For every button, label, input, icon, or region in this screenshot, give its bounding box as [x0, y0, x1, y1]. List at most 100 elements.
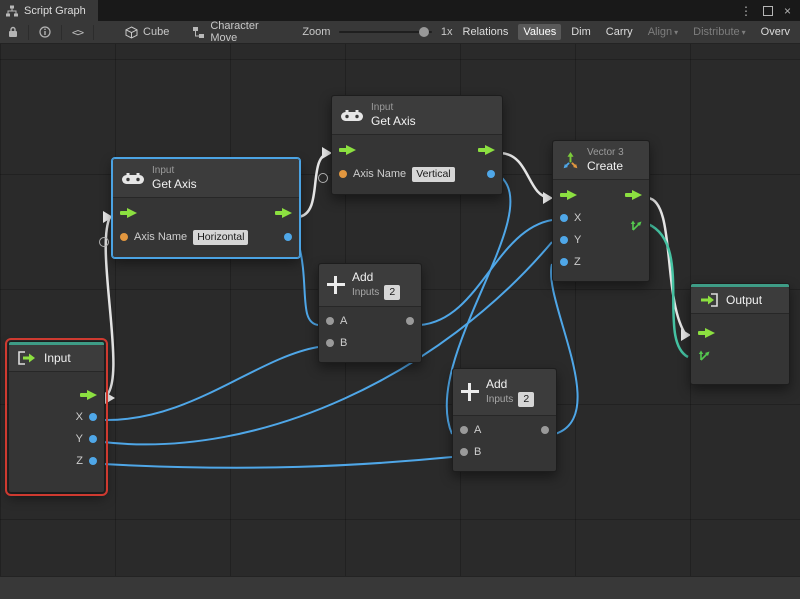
flow-in-port[interactable]	[339, 145, 356, 155]
sum-out-port[interactable]	[541, 426, 549, 434]
flow-out-port[interactable]	[275, 208, 292, 218]
toolbar-separator	[28, 25, 29, 40]
menu-icon[interactable]: ⋮	[740, 5, 752, 17]
node-header: Input Get Axis	[113, 159, 299, 198]
axis-name-field[interactable]: Horizontal	[193, 230, 248, 245]
z-port[interactable]	[560, 258, 568, 266]
flow-row	[553, 183, 649, 207]
node-add-bottom[interactable]: Add Inputs 2 A B	[452, 368, 557, 472]
inputs-count-field[interactable]: 2	[384, 285, 400, 300]
node-vector3-create[interactable]: Vector 3 Create X Y Z	[552, 140, 650, 282]
lock-icon[interactable]	[5, 23, 21, 41]
gamepad-icon	[121, 171, 145, 186]
node-add-top[interactable]: Add Inputs 2 A B	[318, 263, 422, 363]
graph-asset-icon	[192, 26, 205, 39]
x-out-port[interactable]	[89, 413, 97, 421]
overview-button[interactable]: Overv	[756, 24, 795, 40]
sum-out-port[interactable]	[406, 317, 414, 325]
input-b-port[interactable]	[460, 448, 468, 456]
toolbar-separator	[93, 25, 94, 40]
toolbar-separator	[61, 25, 62, 40]
chevron-down-icon: ▾	[674, 28, 678, 37]
close-icon[interactable]: ×	[784, 5, 791, 17]
align-dropdown[interactable]: Align▾	[643, 24, 683, 40]
port-ring[interactable]	[99, 237, 109, 247]
window-controls: ⋮ ×	[740, 0, 800, 21]
z-out-port[interactable]	[89, 457, 97, 465]
port-label: Y	[76, 433, 83, 445]
input-b-port[interactable]	[326, 339, 334, 347]
flow-out-port[interactable]	[625, 190, 642, 200]
param-row: Axis Name Horizontal	[113, 225, 299, 249]
relations-button[interactable]: Relations	[458, 24, 514, 40]
vector-value-in-icon[interactable]	[698, 349, 711, 362]
flow-in-port[interactable]	[120, 208, 137, 218]
input-icon	[17, 351, 37, 365]
input-row-a: A	[319, 310, 421, 332]
distribute-dropdown[interactable]: Distribute▾	[688, 24, 750, 40]
code-icon[interactable]: <>	[69, 23, 86, 41]
plus-icon	[461, 383, 479, 401]
y-port[interactable]	[560, 236, 568, 244]
target-object[interactable]: Cube	[125, 26, 169, 39]
zoom-slider[interactable]	[339, 31, 431, 33]
vector-value-out-icon[interactable]	[630, 219, 643, 235]
vector3-icon	[561, 151, 580, 170]
port-label: A	[340, 315, 347, 327]
port-label: X	[574, 212, 581, 224]
values-button[interactable]: Values	[518, 24, 561, 40]
flow-row	[9, 384, 104, 406]
value-row	[691, 344, 789, 366]
z-row: Z	[553, 251, 649, 273]
axis-name-field[interactable]: Vertical	[412, 167, 454, 182]
input-row-b: B	[453, 441, 556, 463]
tab-title: Script Graph	[24, 5, 86, 17]
node-output[interactable]: Output	[690, 283, 790, 385]
port-label: Z	[76, 455, 83, 467]
flow-in-port[interactable]	[560, 190, 577, 200]
zoom-slider-handle[interactable]	[419, 27, 429, 37]
inputs-count-field[interactable]: 2	[518, 392, 534, 407]
flow-in-port[interactable]	[698, 328, 715, 338]
node-header: Input	[9, 345, 104, 372]
y-row: Y	[9, 428, 104, 450]
port-label: B	[340, 337, 347, 349]
script-graph-window: Script Graph ⋮ × <> Cube Cha	[0, 0, 800, 599]
node-title: Create	[587, 159, 624, 173]
axis-name-port[interactable]	[120, 233, 128, 241]
flow-out-port[interactable]	[80, 390, 97, 400]
node-title: Output	[726, 293, 762, 307]
value-out-port[interactable]	[487, 170, 495, 178]
flow-row	[332, 138, 502, 162]
value-out-port[interactable]	[284, 233, 292, 241]
port-label: Y	[574, 234, 581, 246]
maximize-icon[interactable]	[763, 6, 773, 16]
port-ring[interactable]	[318, 173, 328, 183]
input-a-port[interactable]	[326, 317, 334, 325]
info-icon[interactable]	[36, 23, 54, 41]
param-label: Axis Name	[134, 231, 187, 243]
node-input[interactable]: Input X Y Z	[8, 341, 105, 493]
node-header: Add Inputs 2	[319, 264, 421, 307]
flow-row	[113, 201, 299, 225]
carry-button[interactable]: Carry	[601, 24, 638, 40]
input-a-port[interactable]	[460, 426, 468, 434]
y-out-port[interactable]	[89, 435, 97, 443]
flow-out-port[interactable]	[478, 145, 495, 155]
graph-asset[interactable]: Character Move	[192, 21, 281, 44]
script-graph-icon	[6, 5, 18, 17]
chevron-down-icon: ▾	[742, 28, 746, 37]
node-title: Add	[486, 377, 534, 391]
node-get-axis-horizontal[interactable]: Input Get Axis Axis Name Horizontal	[112, 158, 300, 258]
node-header: Vector 3 Create	[553, 141, 649, 180]
cube-icon	[125, 26, 138, 39]
dim-button[interactable]: Dim	[566, 24, 596, 40]
tab-script-graph[interactable]: Script Graph	[0, 0, 98, 21]
port-label: B	[474, 446, 481, 458]
axis-name-port[interactable]	[339, 170, 347, 178]
plus-icon	[327, 276, 345, 294]
port-label: A	[474, 424, 481, 436]
node-get-axis-vertical[interactable]: Input Get Axis Axis Name Vertical	[331, 95, 503, 195]
node-header: Input Get Axis	[332, 96, 502, 135]
x-port[interactable]	[560, 214, 568, 222]
